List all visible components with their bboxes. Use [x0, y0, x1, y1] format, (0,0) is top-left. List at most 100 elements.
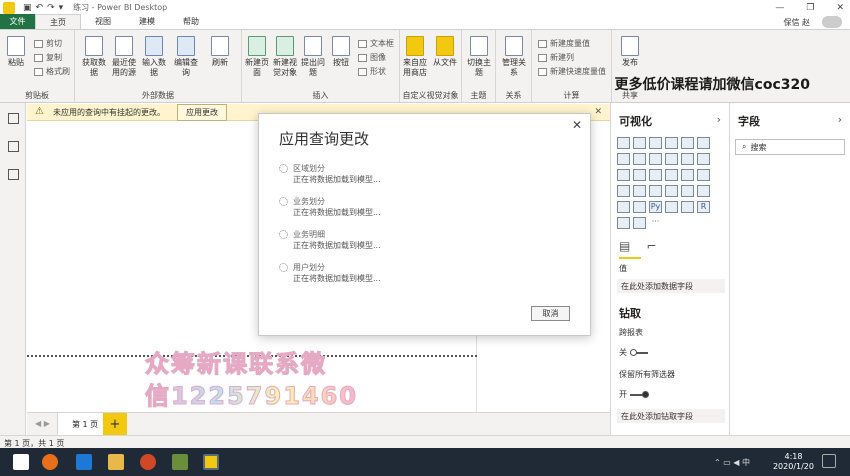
scatter-icon[interactable] [633, 169, 646, 181]
file-menu[interactable]: 文件 [0, 14, 35, 29]
table-visual-icon[interactable] [633, 201, 646, 213]
maximize-icon[interactable]: ❐ [806, 3, 814, 13]
customize-toolbar-icon[interactable]: ▾ [59, 3, 64, 13]
python-visual-icon[interactable]: Py [649, 201, 662, 213]
matrix-icon[interactable] [665, 201, 678, 213]
stacked-area-icon[interactable] [649, 153, 662, 165]
windows-start-icon[interactable] [13, 454, 29, 470]
tab-home[interactable]: 主页 [35, 14, 81, 29]
values-label: 值 [619, 264, 627, 273]
cross-report-toggle[interactable]: 关 [619, 347, 648, 358]
treemap-icon[interactable] [681, 169, 694, 181]
drillthrough-drop-zone[interactable]: 在此处添加钻取字段 [617, 409, 725, 423]
format-paint-roller-icon[interactable]: ⌐ [646, 239, 656, 253]
image-button[interactable]: 图像 [358, 52, 386, 63]
tab-help[interactable]: 帮助 [169, 14, 213, 29]
new-visual-button[interactable]: 新建视觉对象 [270, 36, 300, 78]
new-page-button[interactable]: 新建页面 [242, 36, 272, 78]
values-drop-zone[interactable]: 在此处添加数据字段 [617, 279, 725, 293]
key-influencers-icon[interactable] [617, 217, 630, 229]
cancel-button[interactable]: 取消 [531, 306, 570, 321]
user-name[interactable]: 保信 赵 [783, 17, 810, 28]
switch-theme-button[interactable]: 切换主题 [464, 36, 494, 78]
format-painter-button[interactable]: 格式刷 [34, 66, 70, 77]
new-column-button[interactable]: 新建列 [538, 52, 574, 63]
keep-filters-toggle[interactable]: 开 [619, 389, 649, 400]
pie-chart-icon[interactable] [649, 169, 662, 181]
edge-icon[interactable] [76, 454, 92, 470]
new-measure-button[interactable]: 新建度量值 [538, 38, 590, 49]
from-store-button[interactable]: 来自应用商店 [400, 36, 430, 78]
model-view-icon[interactable] [8, 169, 19, 180]
banner-close-icon[interactable]: ✕ [594, 107, 602, 117]
recent-sources-button[interactable]: 最近使用的源 [109, 36, 139, 78]
firefox-icon[interactable] [42, 454, 58, 470]
save-icon[interactable]: ▣ [23, 3, 32, 13]
donut-chart-icon[interactable] [665, 169, 678, 181]
cut-button[interactable]: 剪切 [34, 38, 62, 49]
user-avatar[interactable] [822, 16, 842, 28]
redo-icon[interactable]: ↷ [47, 3, 55, 13]
collapse-chevron-icon[interactable]: › [717, 113, 721, 126]
line-chart-icon[interactable] [617, 153, 630, 165]
funnel-icon[interactable] [633, 185, 646, 197]
close-window-icon[interactable]: ✕ [836, 3, 844, 13]
ribbon-chart-icon[interactable] [697, 153, 710, 165]
fields-well-icon[interactable]: ▤ [619, 239, 630, 253]
textbox-button[interactable]: 文本框 [358, 38, 394, 49]
file-explorer-icon[interactable] [108, 454, 124, 470]
manage-relationships-button[interactable]: 管理关系 [499, 36, 529, 78]
stacked-column-icon[interactable] [633, 137, 646, 149]
publish-button[interactable]: 发布 [615, 36, 645, 68]
percent-column-icon[interactable] [697, 137, 710, 149]
r-visual-icon[interactable]: R [697, 201, 710, 213]
notifications-icon[interactable] [822, 454, 836, 468]
clustered-column-icon[interactable] [665, 137, 678, 149]
fields-collapse-chevron-icon[interactable]: › [838, 113, 842, 126]
fields-search-input[interactable]: ⌕ 搜索 [735, 139, 845, 155]
paste-button[interactable]: 粘贴 [2, 36, 30, 68]
tab-view[interactable]: 视图 [81, 14, 125, 29]
refresh-button[interactable]: 刷新 [205, 36, 235, 68]
more-visuals-icon[interactable]: ··· [649, 217, 662, 229]
stacked-bar-icon[interactable] [617, 137, 630, 149]
buttons-button[interactable]: 按钮 [326, 36, 356, 68]
app-icon[interactable] [172, 454, 188, 470]
apply-changes-button[interactable]: 应用更改 [177, 103, 227, 121]
get-data-button[interactable]: 获取数据 [79, 36, 109, 78]
tab-modeling[interactable]: 建模 [125, 14, 169, 29]
dialog-close-icon[interactable]: ✕ [572, 118, 582, 132]
shapes-button[interactable]: 形状 [358, 66, 386, 77]
waterfall-icon[interactable] [617, 169, 630, 181]
add-page-button[interactable]: + [103, 413, 127, 436]
clustered-bar-icon[interactable] [649, 137, 662, 149]
line-column-icon[interactable] [665, 153, 678, 165]
powerbi-taskbar-icon[interactable] [203, 454, 219, 470]
kpi-icon[interactable] [697, 185, 710, 197]
percent-bar-icon[interactable] [681, 137, 694, 149]
gauge-icon[interactable] [649, 185, 662, 197]
arcgis-icon[interactable] [681, 201, 694, 213]
new-quick-measure-button[interactable]: 新建快速度量值 [538, 66, 606, 77]
multi-row-card-icon[interactable] [681, 185, 694, 197]
enter-data-button[interactable]: 输入数据 [139, 36, 169, 78]
card-icon[interactable] [665, 185, 678, 197]
slicer-icon[interactable] [617, 201, 630, 213]
area-chart-icon[interactable] [633, 153, 646, 165]
from-file-button[interactable]: 从文件 [430, 36, 460, 68]
data-view-icon[interactable] [8, 141, 19, 152]
ask-question-button[interactable]: 提出问题 [298, 36, 328, 78]
edit-queries-button[interactable]: 编辑查询 [171, 36, 201, 78]
system-tray[interactable]: ⌃ ▭ ◀ 中 [714, 457, 750, 468]
filled-map-icon[interactable] [617, 185, 630, 197]
undo-icon[interactable]: ↶ [36, 3, 44, 13]
page-nav-arrows[interactable]: ◀ ▶ [35, 419, 50, 428]
powerpoint-icon[interactable] [140, 454, 156, 470]
clock[interactable]: 4:18 2020/1/20 [773, 452, 814, 472]
line-stacked-column-icon[interactable] [681, 153, 694, 165]
report-view-icon[interactable] [8, 113, 19, 124]
minimize-icon[interactable]: — [775, 3, 784, 13]
copy-button[interactable]: 复制 [34, 52, 62, 63]
map-icon[interactable] [697, 169, 710, 181]
globe-icon[interactable] [633, 217, 646, 229]
